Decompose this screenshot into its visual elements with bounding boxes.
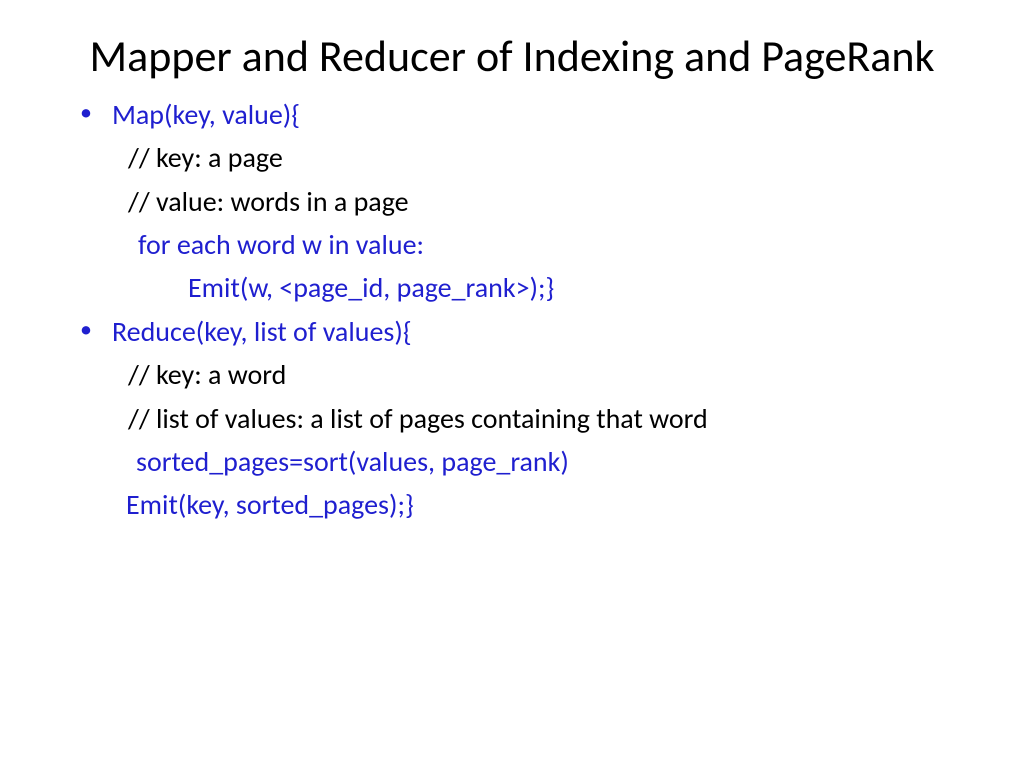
map-comment-key: // key: a page [70,136,954,179]
reduce-signature: Reduce(key, list of values){ [112,310,412,353]
map-loop: for each word w in value: [70,223,954,266]
slide-title: Mapper and Reducer of Indexing and PageR… [70,30,954,83]
reduce-bullet-row: • Reduce(key, list of values){ [70,310,954,353]
map-signature: Map(key, value){ [112,93,300,136]
map-comment-value: // value: words in a page [70,180,954,223]
map-bullet-row: • Map(key, value){ [70,93,954,136]
map-emit: Emit(w, <page_id, page_rank>);} [70,266,954,309]
bullet-icon: • [80,310,92,351]
bullet-icon: • [80,93,92,134]
reduce-sort: sorted_pages=sort(values, page_rank) [70,440,954,483]
reduce-emit: Emit(key, sorted_pages);} [70,483,954,526]
reduce-comment-list: // list of values: a list of pages conta… [70,397,954,440]
slide-content: • Map(key, value){ // key: a page // val… [70,93,954,527]
reduce-comment-key: // key: a word [70,353,954,396]
